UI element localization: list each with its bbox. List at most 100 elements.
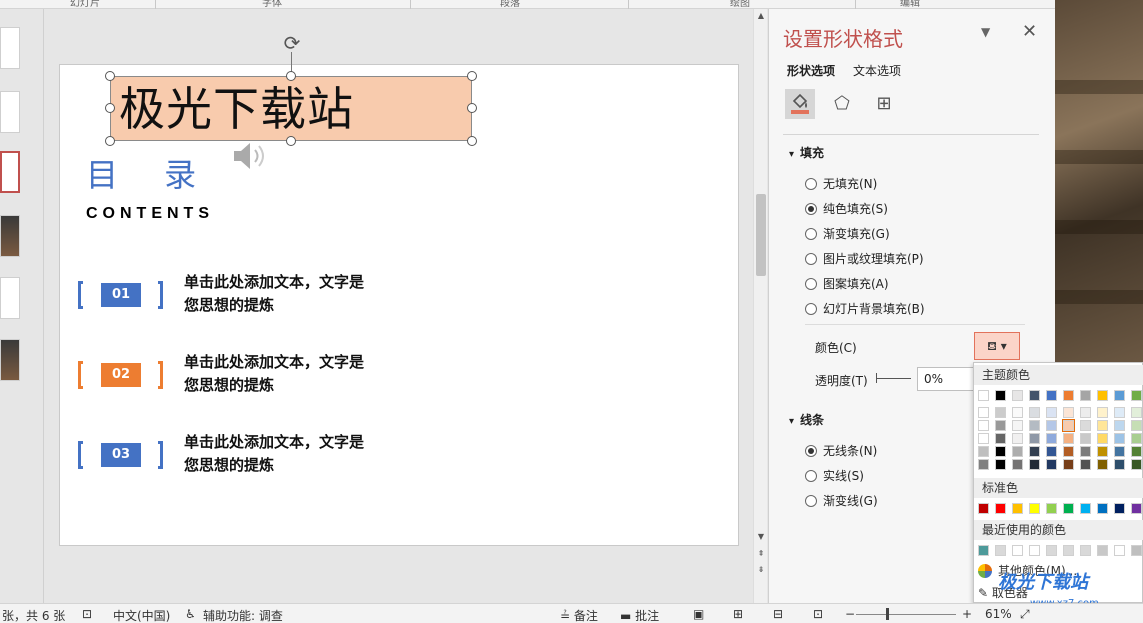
standard-color-swatch[interactable] (1114, 503, 1125, 514)
slide-thumbnail[interactable] (0, 27, 20, 69)
slide-thumbnail[interactable] (0, 277, 20, 319)
toc-item-text[interactable]: 单击此处添加文本，文字是 您思想的提炼 (184, 431, 424, 477)
recent-color-swatch[interactable] (1131, 545, 1142, 556)
radio-pattern-fill[interactable]: 图案填充(A) (805, 275, 889, 292)
theme-color-shade-swatch[interactable] (1097, 459, 1108, 470)
theme-color-shade-swatch[interactable] (1046, 446, 1057, 457)
line-section-header[interactable]: ▾ 线条 (789, 411, 824, 428)
comments-button[interactable]: ▬ 批注 (620, 607, 659, 623)
theme-color-shade-swatch[interactable] (978, 420, 989, 431)
theme-color-swatch[interactable] (1131, 390, 1142, 401)
tab-shape-options[interactable]: 形状选项 (787, 62, 835, 79)
theme-color-shade-swatch[interactable] (1114, 433, 1125, 444)
transparency-slider[interactable] (876, 378, 911, 379)
resize-handle[interactable] (286, 136, 296, 146)
theme-color-shade-swatch[interactable] (1046, 407, 1057, 418)
theme-color-shade-swatch[interactable] (1046, 433, 1057, 444)
theme-color-shade-swatch[interactable] (1114, 459, 1125, 470)
recent-color-swatch[interactable] (1029, 545, 1040, 556)
vertical-scrollbar[interactable]: ▲ ▼ ⇞ ⇟ (753, 9, 767, 603)
recent-color-swatch[interactable] (1114, 545, 1125, 556)
resize-handle[interactable] (467, 71, 477, 81)
recent-color-swatch[interactable] (995, 545, 1006, 556)
slide-thumbnail[interactable] (0, 91, 20, 133)
theme-color-swatch[interactable] (1097, 390, 1108, 401)
theme-color-shade-swatch[interactable] (1046, 420, 1057, 431)
theme-color-shade-swatch[interactable] (1080, 459, 1091, 470)
resize-handle[interactable] (467, 103, 477, 113)
spelling-check-icon[interactable]: ⊡ (82, 607, 92, 621)
accessibility-icon[interactable]: ♿ (185, 607, 196, 621)
fill-line-icon[interactable] (785, 89, 815, 119)
reading-view-icon[interactable]: ⊟ (773, 607, 783, 621)
next-slide-icon[interactable]: ⇟ (754, 565, 768, 574)
fill-color-button[interactable]: ⛾ ▾ (974, 332, 1020, 360)
theme-color-swatch[interactable] (1063, 390, 1074, 401)
slideshow-icon[interactable]: ⊡ (813, 607, 823, 621)
resize-handle[interactable] (467, 136, 477, 146)
radio-slide-bg-fill[interactable]: 幻灯片背景填充(B) (805, 300, 925, 317)
theme-color-shade-swatch[interactable] (1029, 446, 1040, 457)
slide-thumbnail-active[interactable] (0, 151, 20, 193)
radio-solid-fill[interactable]: 纯色填充(S) (805, 200, 888, 217)
previous-slide-icon[interactable]: ⇞ (754, 549, 768, 558)
recent-color-swatch[interactable] (978, 545, 989, 556)
zoom-level[interactable]: 61% (985, 607, 1012, 621)
theme-color-shade-swatch[interactable] (978, 446, 989, 457)
recent-color-swatch[interactable] (1097, 545, 1108, 556)
theme-color-shade-swatch[interactable] (1131, 420, 1142, 431)
theme-color-shade-swatch[interactable] (995, 446, 1006, 457)
radio-gradient-line[interactable]: 渐变线(G) (805, 492, 878, 509)
recent-color-swatch[interactable] (1012, 545, 1023, 556)
theme-color-shade-swatch[interactable] (1029, 459, 1040, 470)
scroll-up-icon[interactable]: ▲ (754, 11, 768, 20)
theme-color-shade-swatch[interactable] (1029, 407, 1040, 418)
recent-color-swatch[interactable] (1080, 545, 1091, 556)
theme-color-shade-swatch[interactable] (1097, 420, 1108, 431)
theme-color-shade-swatch[interactable] (1097, 446, 1108, 457)
theme-color-shade-swatch[interactable] (978, 459, 989, 470)
theme-color-shade-swatch[interactable] (1063, 407, 1074, 418)
theme-color-shade-swatch[interactable] (1080, 420, 1091, 431)
toc-item-text[interactable]: 单击此处添加文本，文字是 您思想的提炼 (184, 351, 424, 397)
theme-color-swatch[interactable] (978, 390, 989, 401)
standard-color-swatch[interactable] (1046, 503, 1057, 514)
recent-color-swatch[interactable] (1063, 545, 1074, 556)
radio-no-fill[interactable]: 无填充(N) (805, 175, 877, 192)
slide-title[interactable]: 极光下载站 (119, 79, 354, 139)
theme-color-shade-swatch[interactable] (1131, 459, 1142, 470)
theme-color-swatch[interactable] (1080, 390, 1091, 401)
standard-color-swatch[interactable] (1080, 503, 1091, 514)
theme-color-shade-swatch[interactable] (978, 433, 989, 444)
theme-color-shade-swatch[interactable] (1131, 446, 1142, 457)
theme-color-shade-swatch[interactable] (995, 407, 1006, 418)
theme-color-swatch[interactable] (1114, 390, 1125, 401)
theme-color-shade-swatch[interactable] (1063, 459, 1074, 470)
theme-color-shade-swatch[interactable] (995, 433, 1006, 444)
zoom-out-button[interactable]: − (845, 607, 855, 621)
scroll-down-icon[interactable]: ▼ (754, 532, 768, 541)
toc-item-text[interactable]: 单击此处添加文本，文字是 您思想的提炼 (184, 271, 424, 317)
theme-color-shade-swatch[interactable] (1114, 407, 1125, 418)
theme-color-shade-swatch[interactable] (1046, 459, 1057, 470)
theme-color-shade-swatch[interactable] (995, 459, 1006, 470)
theme-color-swatch[interactable] (1012, 390, 1023, 401)
fill-section-header[interactable]: ▾ 填充 (789, 144, 824, 161)
resize-handle[interactable] (105, 71, 115, 81)
radio-gradient-fill[interactable]: 渐变填充(G) (805, 225, 890, 242)
standard-color-swatch[interactable] (1012, 503, 1023, 514)
theme-color-shade-swatch[interactable] (995, 420, 1006, 431)
theme-color-shade-swatch[interactable] (1012, 420, 1023, 431)
theme-color-shade-swatch[interactable] (1080, 433, 1091, 444)
accessibility-status[interactable]: 辅助功能: 调查 (203, 607, 283, 623)
notes-button[interactable]: ≟ 备注 (560, 607, 598, 623)
theme-color-shade-swatch[interactable] (1097, 433, 1108, 444)
zoom-slider[interactable] (856, 614, 956, 615)
effects-pentagon-icon[interactable]: ⬠ (827, 89, 857, 119)
theme-color-shade-swatch[interactable] (978, 407, 989, 418)
standard-color-swatch[interactable] (978, 503, 989, 514)
theme-color-shade-swatch[interactable] (1131, 433, 1142, 444)
slide-thumbnail[interactable] (0, 215, 20, 257)
standard-color-swatch[interactable] (1131, 503, 1142, 514)
theme-color-shade-swatch[interactable] (1114, 446, 1125, 457)
